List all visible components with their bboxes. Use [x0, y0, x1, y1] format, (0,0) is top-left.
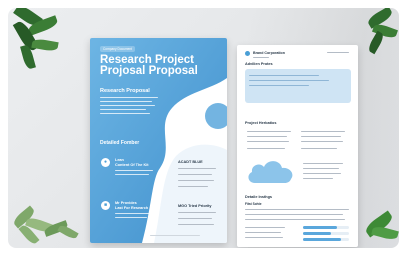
brand-logo-icon — [245, 51, 250, 56]
text-line — [249, 85, 309, 87]
text-line — [247, 141, 289, 143]
document-icon: ■ — [101, 201, 110, 210]
text-line — [245, 232, 281, 234]
text-line — [245, 209, 349, 211]
text-line — [178, 180, 214, 182]
text-line — [247, 131, 291, 133]
plant-top-right — [363, 8, 399, 68]
proposal-title: Research Project Projosal Proposal — [100, 54, 198, 77]
item-lean-title: Lean Content Of The Kit — [115, 158, 149, 167]
section-heading-insights: Detaile Insthgs — [245, 195, 273, 199]
detailed-section-heading: Detailed Fomber — [100, 140, 140, 146]
progress-bar — [303, 226, 337, 229]
proposal-inner-page: Brand Corporation Advilien Protes Projec… — [237, 45, 358, 247]
text-line — [247, 136, 287, 138]
text-line — [178, 186, 208, 188]
progress-bar — [303, 232, 331, 235]
company-tag: Company Document — [100, 46, 136, 52]
plant-top-left — [8, 8, 68, 88]
cloud-icon — [248, 161, 293, 183]
text-line — [245, 227, 285, 229]
text-line — [178, 224, 214, 226]
text-line — [301, 131, 345, 133]
text-line — [245, 214, 343, 216]
text-line — [301, 136, 341, 138]
text-line — [178, 168, 216, 170]
footer-line — [150, 235, 200, 237]
item-acadt-title: ACADT BLUE — [178, 160, 203, 164]
text-line — [245, 237, 283, 239]
text-line — [249, 75, 319, 77]
brand-header: Brand Corporation — [253, 51, 285, 55]
text-line — [253, 57, 269, 59]
text-line — [327, 52, 349, 54]
text-line — [303, 168, 339, 170]
text-line — [178, 174, 212, 176]
text-line — [249, 80, 329, 82]
mockup-scene: Company Document Research Project Projos… — [8, 8, 399, 248]
text-line — [301, 141, 343, 143]
text-line — [303, 173, 341, 175]
text-line — [178, 218, 212, 220]
proposal-cover-page: Company Document Research Project Projos… — [90, 38, 227, 243]
text-line — [178, 212, 216, 214]
text-line — [245, 219, 345, 221]
section-heading-project: Project Herbatios — [245, 121, 277, 125]
item-mgo-title: MGO Tried Priority — [178, 204, 212, 208]
section-heading-advilien: Advilien Protes — [245, 62, 273, 66]
plant-bottom-right — [358, 208, 399, 248]
text-line — [301, 148, 337, 150]
subsection-heading: Fitst Sohte — [245, 202, 262, 206]
plant-bottom-left — [8, 198, 88, 248]
item-provides-title: Mr Provides Last For Research — [115, 201, 149, 210]
user-icon: ● — [101, 158, 110, 167]
progress-bar — [303, 238, 341, 241]
text-line — [247, 148, 285, 150]
text-line — [303, 163, 343, 165]
research-proposal-heading: Research Proposal — [100, 88, 150, 94]
text-line — [303, 178, 333, 180]
